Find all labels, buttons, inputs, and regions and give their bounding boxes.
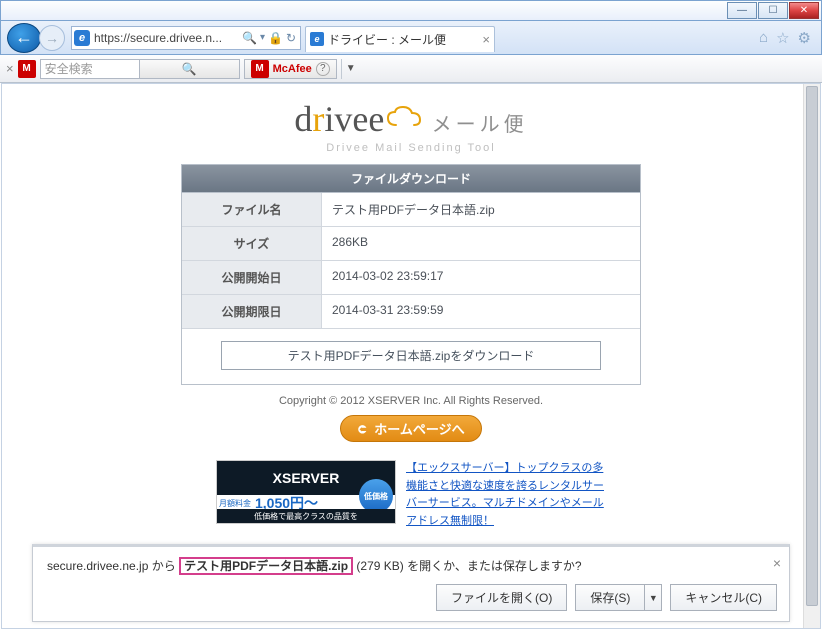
url-text: https://secure.drivee.n...: [94, 31, 240, 45]
settings-gear-icon[interactable]: ⚙: [798, 29, 811, 47]
address-bar-icons: 🔍 ▾ 🔒 ↻: [240, 31, 298, 45]
notification-message: secure.drivee.ne.jp から テスト用PDFデータ日本語.zip…: [47, 557, 777, 574]
browser-tab[interactable]: e ドライビー : メール便 ×: [305, 26, 495, 52]
search-placeholder: 安全検索: [41, 60, 140, 77]
value-size: 286KB: [322, 227, 640, 260]
mcafee-shield-icon: M: [18, 60, 36, 78]
copyright-text: Copyright © 2012 XSERVER Inc. All Rights…: [2, 395, 820, 407]
back-arrow-icon: ➲: [357, 421, 368, 437]
notify-suffix: (279 KB) を開くか、または保存しますか?: [353, 559, 581, 573]
tab-favicon-icon: e: [310, 32, 324, 46]
logo-tagline: Drivee Mail Sending Tool: [2, 142, 820, 154]
address-bar[interactable]: e https://secure.drivee.n... 🔍 ▾ 🔒 ↻: [71, 26, 301, 50]
refresh-icon[interactable]: ↻: [286, 31, 296, 45]
label-start-date: 公開開始日: [182, 261, 322, 294]
cancel-button[interactable]: キャンセル(C): [670, 584, 777, 611]
download-button-wrap: テスト用PDFデータ日本語.zipをダウンロード: [182, 329, 640, 384]
forward-button[interactable]: →: [39, 25, 65, 51]
tab-strip: e ドライビー : メール便 ×: [305, 24, 755, 52]
notify-prefix: secure.drivee.ne.jp から: [47, 559, 179, 573]
value-start-date: 2014-03-02 23:59:17: [322, 261, 640, 294]
row-end: 公開期限日 2014-03-31 23:59:59: [182, 295, 640, 329]
notification-close-icon[interactable]: ×: [773, 555, 781, 571]
row-size: サイズ 286KB: [182, 227, 640, 261]
download-notification-bar: × secure.drivee.ne.jp から テスト用PDFデータ日本語.z…: [32, 544, 790, 622]
download-panel: ファイルダウンロード ファイル名 テスト用PDFデータ日本語.zip サイズ 2…: [181, 164, 641, 385]
ad-row: XSERVER 月額料金 1,050円〜 低価格 低価格で最高クラスの品質を 【…: [2, 460, 820, 530]
logo-subtitle: メール便: [432, 114, 528, 136]
logo-area: drivee メール便 Drivee Mail Sending Tool: [2, 98, 820, 154]
value-end-date: 2014-03-31 23:59:59: [322, 295, 640, 328]
page-content: drivee メール便 Drivee Mail Sending Tool ファイ…: [2, 84, 820, 530]
browser-nav-bar: ← → e https://secure.drivee.n... 🔍 ▾ 🔒 ↻…: [0, 21, 822, 55]
row-filename: ファイル名 テスト用PDFデータ日本語.zip: [182, 193, 640, 227]
notify-filename: テスト用PDFデータ日本語.zip: [179, 557, 353, 575]
close-window-button[interactable]: ✕: [789, 2, 819, 19]
cloud-icon: [386, 98, 422, 124]
value-filename: テスト用PDFデータ日本語.zip: [322, 193, 640, 226]
help-icon[interactable]: ?: [316, 62, 330, 76]
homepage-button[interactable]: ➲ ホームページへ: [340, 415, 481, 442]
open-file-button[interactable]: ファイルを開く(O): [436, 584, 567, 611]
xserver-ad-banner[interactable]: XSERVER 月額料金 1,050円〜 低価格 低価格で最高クラスの品質を: [216, 460, 396, 524]
label-size: サイズ: [182, 227, 322, 260]
window-titlebar: — ☐ ✕: [0, 0, 822, 21]
search-dropdown-icon[interactable]: 🔍: [242, 31, 257, 45]
tab-close-icon[interactable]: ×: [482, 32, 490, 47]
label-filename: ファイル名: [182, 193, 322, 226]
favorites-icon[interactable]: ☆: [776, 29, 789, 47]
home-icon[interactable]: ⌂: [759, 29, 768, 47]
scrollbar-track[interactable]: [803, 84, 820, 628]
back-button[interactable]: ←: [7, 23, 41, 53]
ad-tagline: 低価格で最高クラスの品質を: [217, 509, 395, 523]
download-button[interactable]: テスト用PDFデータ日本語.zipをダウンロード: [221, 341, 601, 370]
save-dropdown-icon[interactable]: ▼: [644, 584, 662, 611]
mcafee-toolbar: × M 安全検索 🔍 M McAfee ? ▼: [0, 55, 822, 83]
toolbar-close-icon[interactable]: ×: [6, 61, 14, 76]
search-icon[interactable]: 🔍: [139, 60, 239, 78]
save-button[interactable]: 保存(S): [575, 584, 644, 611]
label-end-date: 公開期限日: [182, 295, 322, 328]
ad-text-link[interactable]: 【エックスサーバー】トップクラスの多機能さと快適な速度を誇るレンタルサーバーサー…: [406, 460, 606, 530]
mcafee-brand-label: McAfee: [273, 63, 312, 75]
save-split-button[interactable]: 保存(S) ▼: [575, 584, 662, 611]
mcafee-brand-button[interactable]: M McAfee ?: [244, 59, 337, 79]
row-start: 公開開始日 2014-03-02 23:59:17: [182, 261, 640, 295]
tab-title: ドライビー : メール便: [328, 31, 478, 48]
browser-tools: ⌂ ☆ ⚙: [755, 29, 815, 47]
ad-brand: XSERVER: [273, 470, 340, 486]
toolbar-separator: [341, 59, 342, 79]
notification-buttons: ファイルを開く(O) 保存(S) ▼ キャンセル(C): [47, 584, 777, 611]
maximize-button[interactable]: ☐: [758, 2, 788, 19]
mcafee-search-input[interactable]: 安全検索 🔍: [40, 59, 240, 79]
page-viewport: drivee メール便 Drivee Mail Sending Tool ファイ…: [1, 83, 821, 629]
lock-icon: 🔒: [268, 31, 283, 45]
ad-fee-label: 月額料金: [219, 498, 251, 509]
minimize-button[interactable]: —: [727, 2, 757, 19]
mcafee-logo-icon: M: [251, 60, 269, 78]
ad-badge: 低価格: [359, 479, 393, 513]
toolbar-dropdown-icon[interactable]: ▼: [346, 63, 356, 74]
ad-link[interactable]: 【エックスサーバー】トップクラスの多機能さと快適な速度を誇るレンタルサーバーサー…: [406, 462, 604, 527]
homepage-button-label: ホームページへ: [374, 419, 464, 438]
drivee-logo: drivee: [294, 98, 422, 140]
panel-title: ファイルダウンロード: [182, 165, 640, 193]
scrollbar-thumb[interactable]: [806, 86, 818, 606]
ie-favicon-icon: e: [74, 30, 90, 46]
